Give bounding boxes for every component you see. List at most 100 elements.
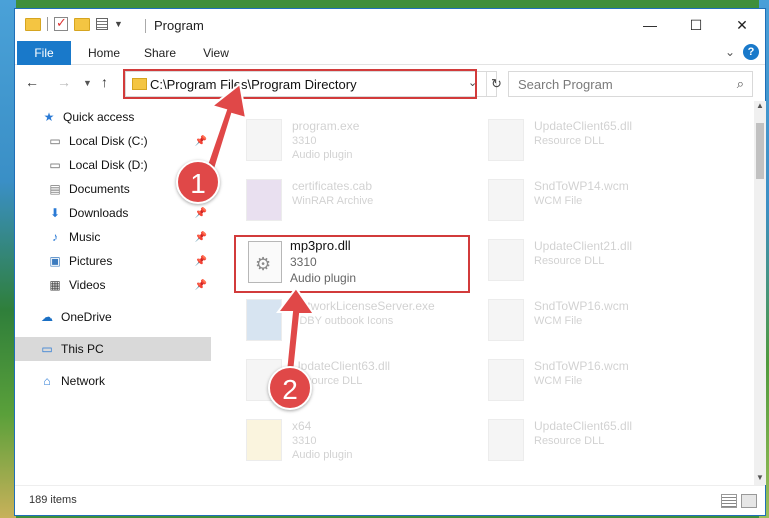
file-tile[interactable]: NetworkLicenseServer.exe SDBY outbook Ic… [240,295,470,351]
step-marker-2: 2 [268,366,312,410]
file-tile[interactable]: SndToWP16.wcm WCM File [482,295,712,351]
file-tile[interactable]: UpdateClient21.dll Resource DLL [482,235,712,291]
file-type: Audio plugin [292,449,353,461]
help-icon[interactable]: ? [743,44,759,60]
tab-view[interactable]: View [191,41,241,65]
file-name: NetworkLicenseServer.exe [292,299,435,313]
file-detail: SDBY outbook Icons [292,315,394,327]
network-icon: ⌂ [43,374,51,388]
file-detail: 3310 [292,435,317,447]
documents-icon: ▤ [49,182,61,196]
recent-locations-icon[interactable]: ▼ [83,78,92,88]
sidebar-item-label: Music [69,230,101,244]
item-count: 189 items [29,494,77,506]
sidebar-item-local-disk-c[interactable]: ▭ Local Disk (C:) 📌 [15,129,211,153]
file-name: x64 [292,419,312,433]
sidebar-item-label: Network [61,374,106,388]
file-name: SndToWP16.wcm [534,359,629,373]
file-tile[interactable]: program.exe 3310 Audio plugin [240,115,470,171]
file-icon [488,299,524,341]
sidebar-item-downloads[interactable]: ⬇ Downloads 📌 [15,201,211,225]
search-icon: ⌕ [736,76,744,91]
search-input[interactable]: Search Program [518,77,613,92]
file-list: program.exe 3310 Audio plugin certificat… [212,101,752,471]
expand-ribbon-icon[interactable]: ⌄ [725,45,735,59]
sidebar-item-videos[interactable]: ▦ Videos 📌 [15,273,211,297]
file-name: SndToWP16.wcm [534,299,629,313]
status-bar: 189 items [15,485,765,515]
archive-icon [246,179,282,221]
maximize-button[interactable]: ☐ [673,9,719,41]
file-name: program.exe [292,119,360,133]
vertical-scrollbar[interactable]: ▲ ▼ [754,101,766,485]
navigation-pane: ★ Quick access ▭ Local Disk (C:) 📌 ▭ Loc… [15,101,211,471]
navigation-bar: ← → ▼ ↑ C:\Program Files\Program Directo… [15,69,765,99]
file-detail: Resource DLL [534,135,605,147]
pin-icon: 📌 [194,255,207,267]
file-tile[interactable]: UpdateClient65.dll Resource DLL [482,415,712,471]
file-tile[interactable]: UpdateClient65.dll Resource DLL [482,115,712,171]
file-tile[interactable]: x64 3310 Audio plugin [240,415,470,471]
file-tile[interactable]: SndToWP14.wcm WCM File [482,175,712,231]
sidebar-item-label: Documents [69,182,130,196]
up-arrow-icon[interactable]: ↑ [101,74,108,90]
back-arrow-icon[interactable]: ← [25,74,39,90]
sidebar-item-music[interactable]: ♪ Music 📌 [15,225,211,249]
star-icon: ★ [43,110,55,124]
window-title: Program [154,18,204,33]
music-icon: ♪ [52,230,58,244]
sidebar-item-label: Local Disk (D:) [69,158,148,172]
file-detail: WCM File [534,375,583,387]
explorer-window: ▼ Program — ☐ ✕ File Home Share View ⌄ ?… [14,8,766,516]
dll-file-icon [488,119,524,161]
file-tile[interactable]: SndToWP16.wcm WCM File [482,355,712,411]
sidebar-item-label: Videos [69,278,106,292]
search-box[interactable]: Search Program ⌕ [508,71,753,97]
drive-icon: ▭ [49,134,61,148]
dll-file-icon [488,419,524,461]
tab-home[interactable]: Home [79,41,129,65]
pin-icon: 📌 [194,279,207,291]
file-icon [246,119,282,161]
tab-share[interactable]: Share [135,41,185,65]
file-detail: WCM File [534,195,583,207]
file-tile[interactable]: certificates.cab WinRAR Archive [240,175,470,231]
scroll-up-icon[interactable]: ▲ [754,101,766,113]
dll-file-icon [488,239,524,281]
file-highlight-box [234,235,470,293]
scroll-thumb[interactable] [756,123,764,179]
title-bar: ▼ Program — ☐ ✕ [15,9,765,41]
ribbon-tabs: File Home Share View ⌄ ? [15,41,765,65]
customize-icon[interactable] [96,18,108,30]
sidebar-item-network[interactable]: ⌂ Network [15,369,211,393]
tiles-view-icon[interactable] [741,494,757,508]
close-button[interactable]: ✕ [719,9,765,41]
details-view-icon[interactable] [721,494,737,508]
properties-check-icon[interactable] [54,15,68,31]
sidebar-item-quick-access[interactable]: ★ Quick access [15,105,211,129]
forward-arrow-icon[interactable]: → [57,74,71,90]
sidebar-item-this-pc[interactable]: ▭ This PC [15,337,211,361]
step-marker-1: 1 [176,160,220,204]
folder-icon [25,17,41,31]
tab-file[interactable]: File [17,41,71,65]
minimize-button[interactable]: — [627,9,673,41]
pictures-icon: ▣ [49,254,61,268]
sidebar-item-pictures[interactable]: ▣ Pictures 📌 [15,249,211,273]
file-detail: 3310 [292,135,317,147]
refresh-icon[interactable]: ↻ [486,72,506,96]
file-name: SndToWP14.wcm [534,179,629,193]
new-folder-icon[interactable] [74,17,90,31]
scroll-down-icon[interactable]: ▼ [754,473,766,485]
divider [145,19,146,33]
sidebar-item-label: Local Disk (C:) [69,134,148,148]
sidebar-item-onedrive[interactable]: ☁ OneDrive [15,305,211,329]
file-icon [488,179,524,221]
file-name: certificates.cab [292,179,373,193]
chevron-down-icon[interactable]: ▼ [114,19,123,29]
computer-icon: ▭ [41,342,53,356]
file-detail: WinRAR Archive [292,195,374,207]
download-icon: ⬇ [49,206,61,220]
address-highlight-box [123,69,477,99]
sidebar-item-label: Quick access [63,110,135,124]
